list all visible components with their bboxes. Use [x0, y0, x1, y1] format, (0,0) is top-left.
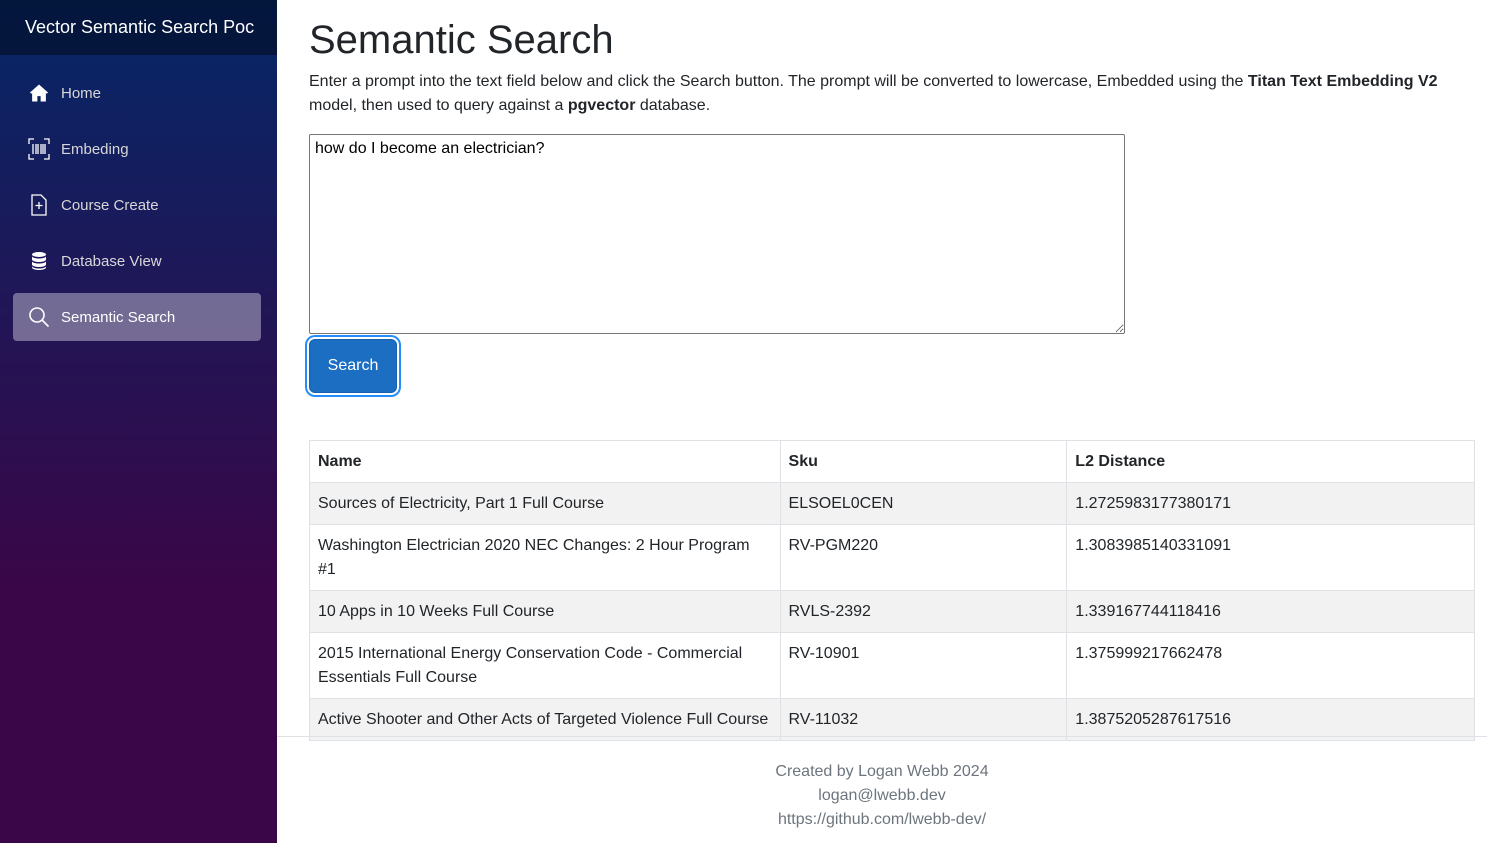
sidebar-item-course-create[interactable]: Course Create: [13, 181, 261, 229]
cell-name: 2015 International Energy Conservation C…: [309, 632, 781, 699]
barcode-icon: [28, 138, 50, 160]
table-row: 10 Apps in 10 Weeks Full Course RVLS-239…: [309, 590, 1475, 633]
sidebar-item-label: Home: [61, 84, 102, 102]
intro-part: Enter a prompt into the text field below…: [309, 73, 1248, 90]
sidebar-item-label: Embeding: [61, 140, 129, 158]
table-row: Sources of Electricity, Part 1 Full Cour…: [309, 482, 1475, 525]
cell-distance: 1.3875205287617516: [1066, 698, 1475, 741]
sidebar-item-label: Semantic Search: [61, 308, 176, 326]
search-button[interactable]: Search: [309, 339, 397, 393]
model-name: Titan Text Embedding V2: [1247, 73, 1438, 90]
column-header-name: Name: [309, 440, 781, 483]
home-icon: [28, 82, 50, 104]
table-row: Washington Electrician 2020 NEC Changes:…: [309, 524, 1475, 591]
footer-email: logan@lwebb.dev: [818, 787, 946, 804]
sidebar-item-embeding[interactable]: Embeding: [13, 125, 261, 173]
table-row: Active Shooter and Other Acts of Targete…: [309, 698, 1475, 741]
table-row: 2015 International Energy Conservation C…: [309, 632, 1475, 699]
intro-part: database.: [635, 97, 711, 114]
cell-name: Active Shooter and Other Acts of Targete…: [309, 698, 781, 741]
cell-distance: 1.2725983177380171: [1066, 482, 1475, 525]
intro-text: Enter a prompt into the text field below…: [309, 70, 1449, 118]
page-title: Semantic Search: [309, 18, 614, 62]
app-brand[interactable]: Vector Semantic Search Poc: [25, 17, 254, 38]
sidebar-item-label: Database View: [61, 252, 162, 270]
cell-distance: 1.375999217662478: [1066, 632, 1475, 699]
column-header-l2-distance: L2 Distance: [1066, 440, 1475, 483]
cell-name: Sources of Electricity, Part 1 Full Cour…: [309, 482, 781, 525]
cell-sku: ELSOEL0CEN: [779, 482, 1068, 525]
cell-sku: RV-PGM220: [779, 524, 1068, 591]
sidebar-item-home[interactable]: Home: [13, 69, 261, 117]
search-icon: [28, 306, 50, 328]
table-header-row: Name Sku L2 Distance: [309, 440, 1475, 483]
intro-part: model, then used to query against a: [309, 97, 568, 114]
sidebar-item-semantic-search[interactable]: Semantic Search: [13, 293, 261, 341]
footer-github: https://github.com/lwebb-dev/: [777, 811, 987, 828]
database-icon: [28, 250, 50, 272]
cell-distance: 1.339167744118416: [1066, 590, 1475, 633]
cell-name: Washington Electrician 2020 NEC Changes:…: [309, 524, 781, 591]
cell-name: 10 Apps in 10 Weeks Full Course: [309, 590, 781, 633]
sidebar-item-label: Course Create: [61, 196, 159, 214]
results-table: Name Sku L2 Distance Sources of Electric…: [309, 440, 1475, 741]
sidebar-item-database-view[interactable]: Database View: [13, 237, 261, 285]
sidebar-nav: Home Embeding Course Create Database Vie…: [0, 55, 277, 341]
main-content: Semantic Search Enter a prompt into the …: [277, 0, 1487, 843]
cell-sku: RV-10901: [779, 632, 1068, 699]
cell-sku: RVLS-2392: [779, 590, 1068, 633]
prompt-input[interactable]: how do I become an electrician?: [309, 134, 1125, 334]
cell-distance: 1.3083985140331091: [1066, 524, 1475, 591]
column-header-sku: Sku: [779, 440, 1068, 483]
file-plus-icon: [28, 194, 50, 216]
brand-bar: Vector Semantic Search Poc: [0, 0, 277, 55]
database-name: pgvector: [567, 97, 636, 114]
sidebar: Vector Semantic Search Poc Home Embeding: [0, 0, 277, 843]
page-footer: Created by Logan Webb 2024 logan@lwebb.d…: [277, 736, 1487, 832]
cell-sku: RV-11032: [779, 698, 1068, 741]
footer-credit: Created by Logan Webb 2024: [775, 763, 989, 780]
